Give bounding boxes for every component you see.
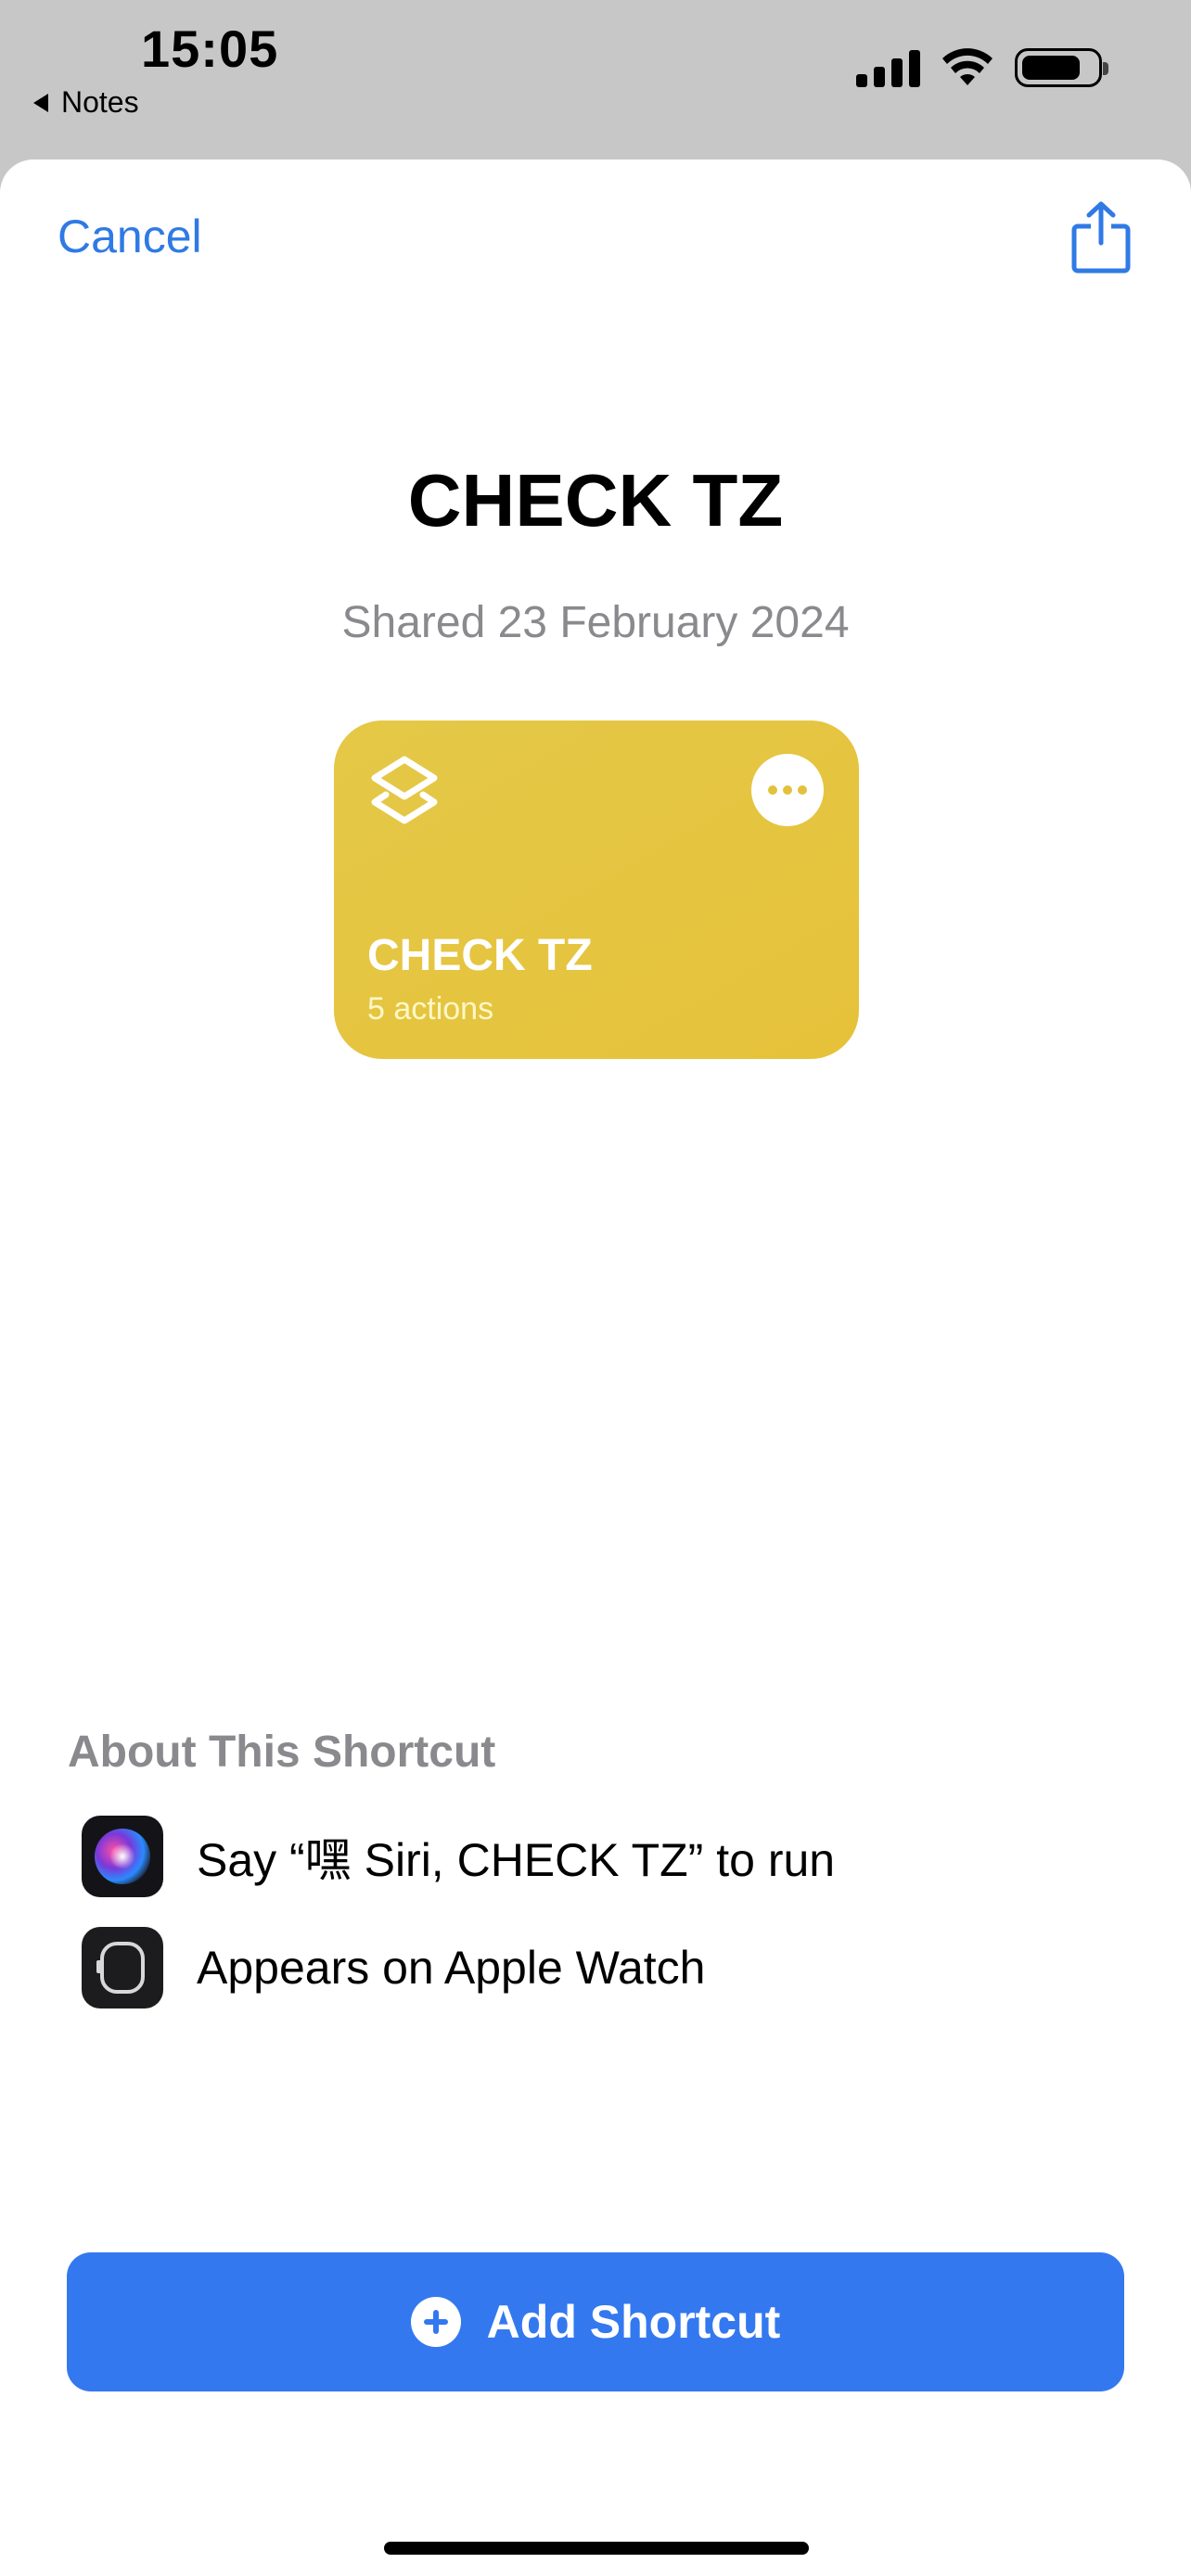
wifi-icon xyxy=(942,48,992,85)
home-indicator[interactable] xyxy=(384,2542,809,2555)
about-item-watch: Appears on Apple Watch xyxy=(82,1927,706,2009)
status-bar: 15:05 Notes xyxy=(0,0,1191,159)
shared-date: Shared 23 February 2024 xyxy=(341,598,850,647)
add-shortcut-label: Add Shortcut xyxy=(486,2296,781,2348)
siri-icon xyxy=(82,1816,163,1897)
layers-icon xyxy=(371,756,438,824)
card-shortcut-name: CHECK TZ xyxy=(367,931,593,980)
shortcut-sheet: Cancel CHECK TZ Shared 23 February 2024 … xyxy=(0,159,1191,2576)
card-action-count: 5 actions xyxy=(367,991,494,1027)
about-item-siri: Say “嘿 Siri, CHECK TZ” to run xyxy=(82,1816,835,1897)
ellipsis-icon[interactable] xyxy=(751,754,824,826)
back-to-app-link[interactable]: Notes xyxy=(33,85,139,120)
about-item-watch-text: Appears on Apple Watch xyxy=(197,1942,706,1994)
cancel-button[interactable]: Cancel xyxy=(58,210,202,263)
status-icons xyxy=(856,48,1108,87)
about-item-siri-text: Say “嘿 Siri, CHECK TZ” to run xyxy=(197,1834,836,1886)
signal-icon xyxy=(856,48,920,87)
shortcut-card[interactable]: CHECK TZ 5 actions xyxy=(334,721,859,1059)
share-icon[interactable] xyxy=(1069,200,1133,274)
about-heading: About This Shortcut xyxy=(68,1728,496,1777)
plus-circle-icon xyxy=(410,2297,461,2347)
shortcut-title: CHECK TZ xyxy=(407,459,784,542)
add-shortcut-button[interactable]: Add Shortcut xyxy=(67,2252,1124,2391)
back-arrow-icon xyxy=(33,93,48,112)
back-app-label: Notes xyxy=(61,85,139,119)
status-time: 15:05 xyxy=(141,19,279,78)
apple-watch-icon xyxy=(82,1927,163,2009)
battery-icon xyxy=(1015,48,1108,87)
